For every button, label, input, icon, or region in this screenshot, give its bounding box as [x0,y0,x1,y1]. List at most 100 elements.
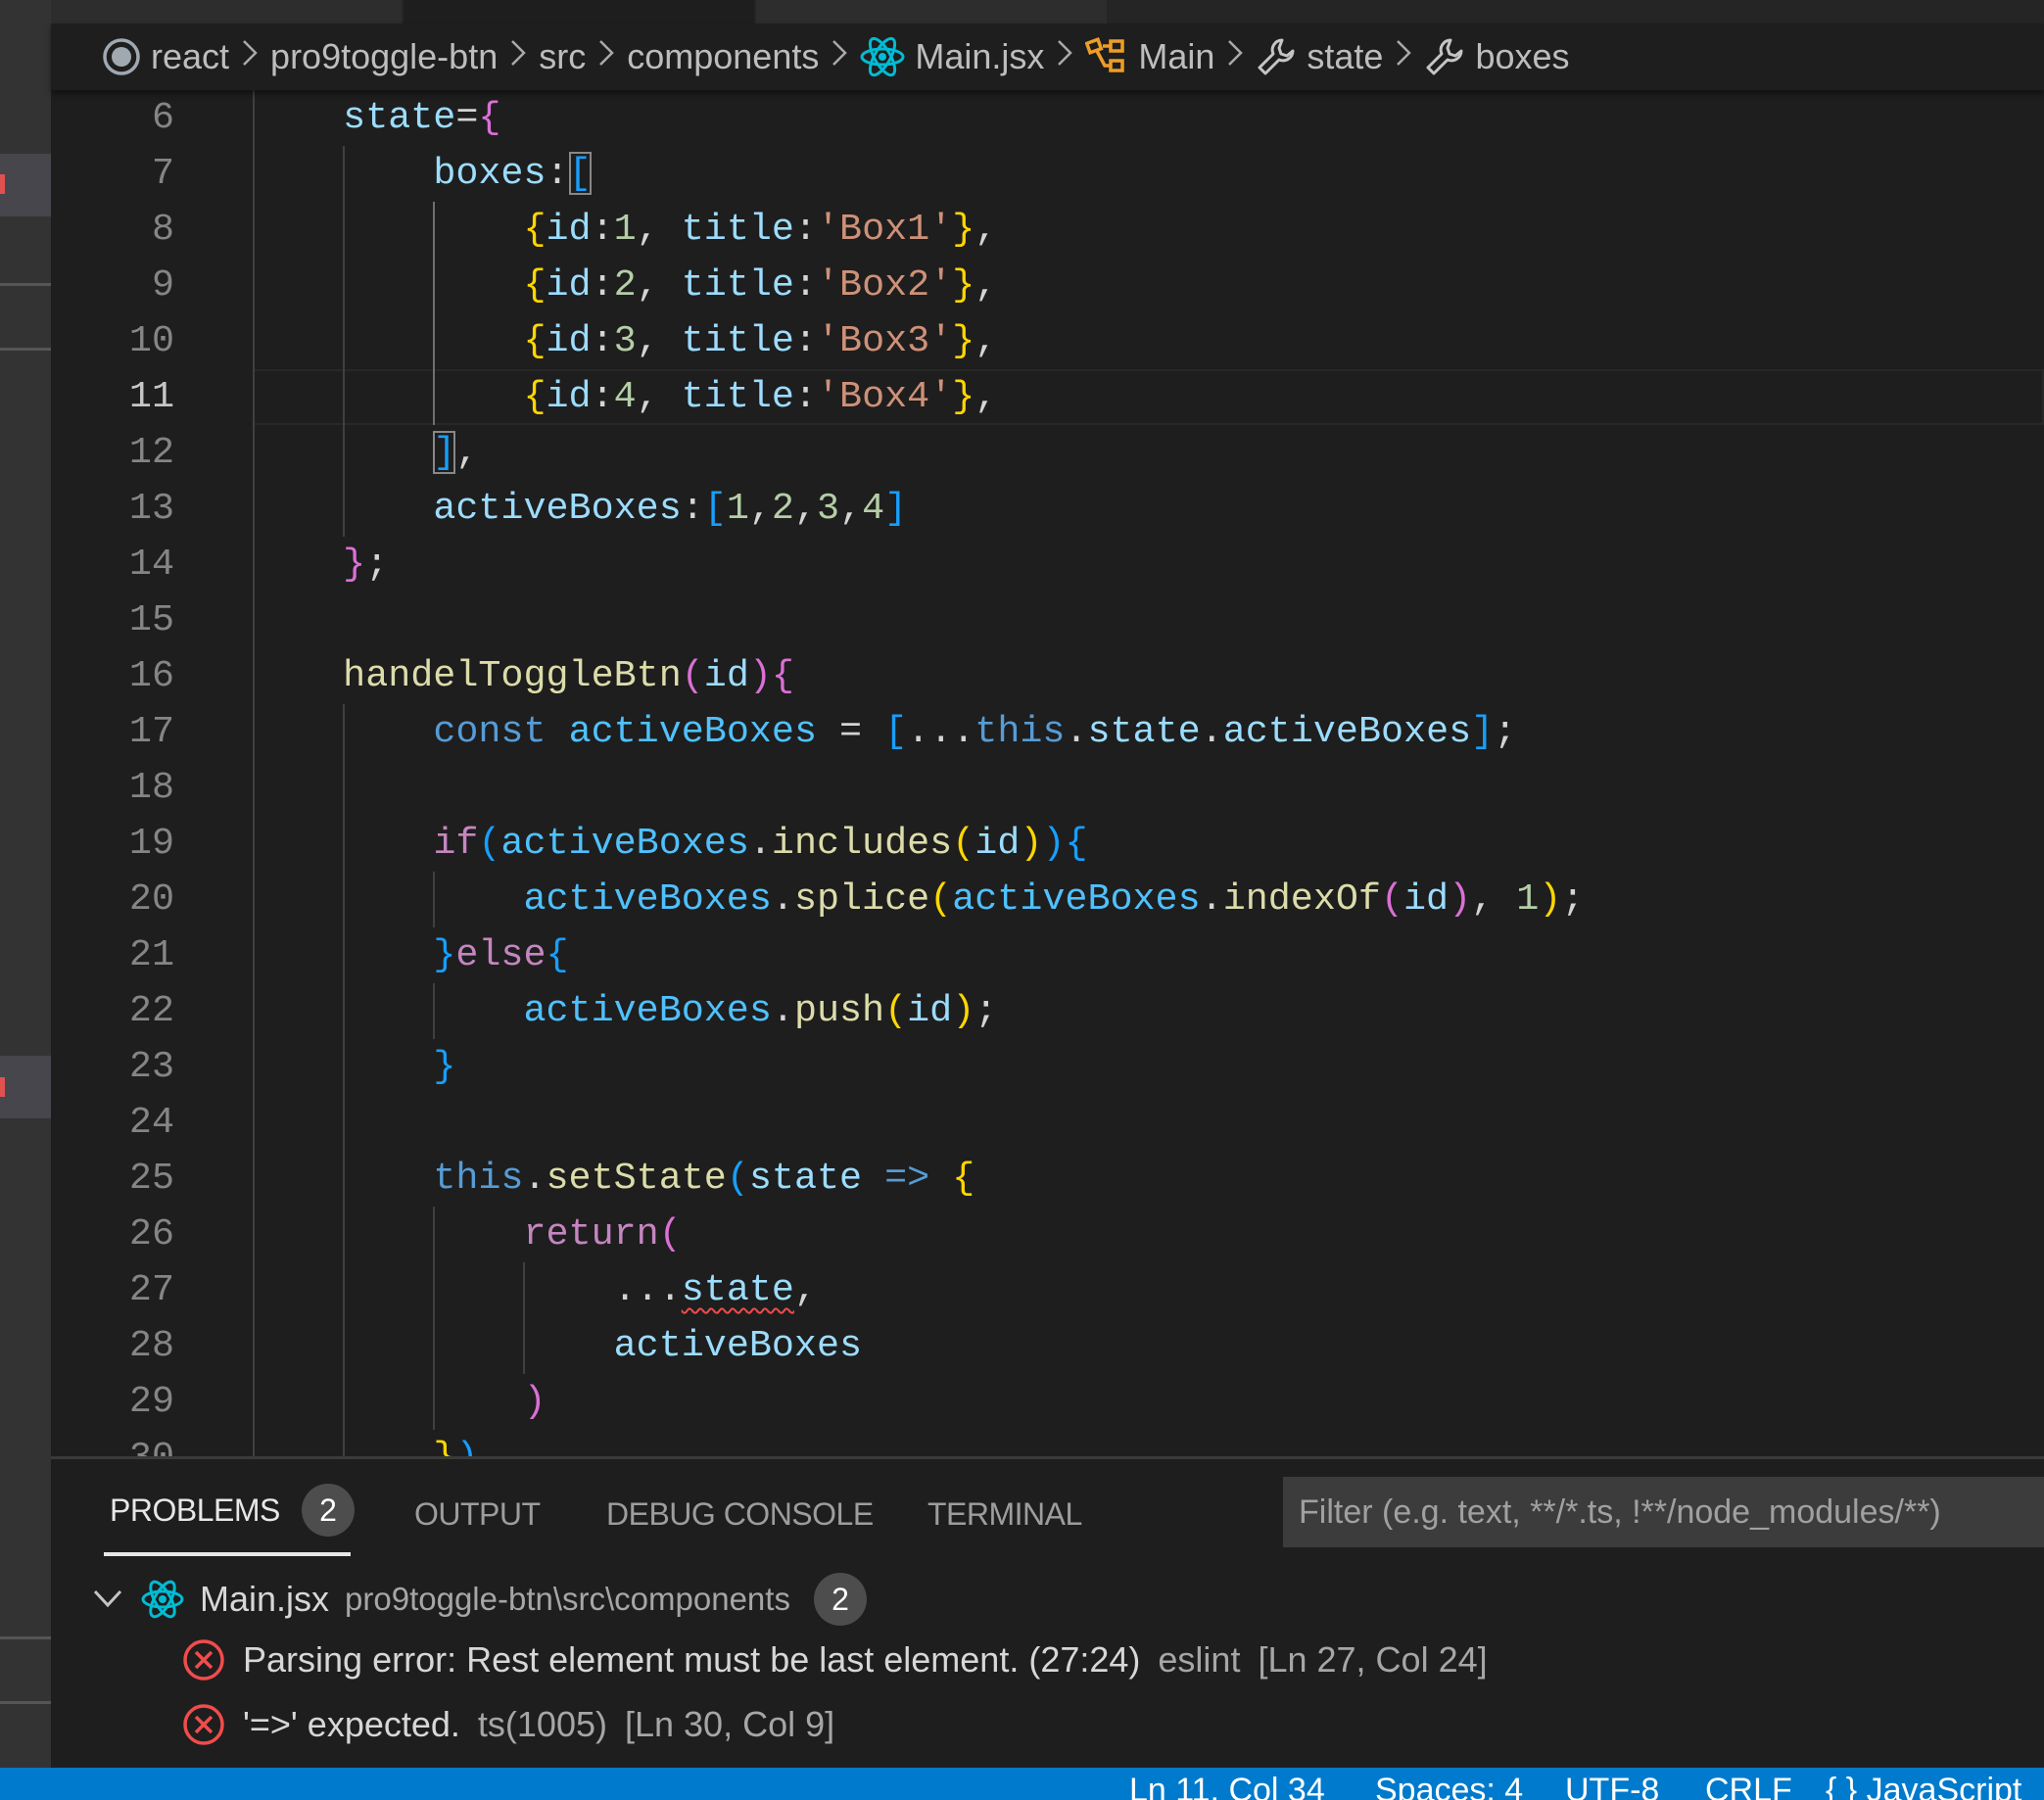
code-line[interactable]: 26 return( [51,1207,2044,1262]
activity-bar [0,0,51,1768]
modified-marker [0,1077,5,1097]
code-token: = [455,96,479,139]
chevron-right-icon [1056,38,1073,75]
react-icon [860,34,905,79]
breadcrumb-item[interactable]: Main.jsx [860,34,1044,79]
line-number: 7 [151,152,174,195]
code-line[interactable]: 9 {id:2, title:'Box2'}, [51,258,2044,313]
code-line[interactable]: 7 boxes:[ [51,146,2044,202]
problem-file-path: pro9toggle-btn\src\components [345,1581,790,1617]
code-token: 2 [771,487,794,530]
folder-circle-icon [102,37,141,76]
editor-tab[interactable] [756,0,1107,24]
code-text: }; [253,537,388,592]
editor-tab[interactable] [51,0,402,24]
code-line[interactable]: 23 } [51,1039,2044,1095]
code-token: this [974,710,1066,753]
code-text: {id:1, title:'Box1'}, [253,202,997,258]
problem-file-count-badge: 2 [813,1573,867,1626]
code-token: includes [771,822,953,865]
code-line[interactable]: 21 }else{ [51,927,2044,983]
code-line[interactable]: 17 const activeBoxes = [...this.state.ac… [51,704,2044,760]
code-token: ; [974,989,998,1032]
problem-file-row[interactable]: Main.jsx pro9toggle-btn\src\components 2 [92,1570,867,1629]
wrench-icon [1424,36,1465,77]
chevron-down-icon[interactable] [92,1587,123,1611]
code-line[interactable]: 22 activeBoxes.push(id); [51,983,2044,1039]
line-number: 17 [128,710,174,753]
code-token: title [681,208,794,251]
code-token: , [974,375,998,418]
code-line[interactable]: 15 [51,592,2044,648]
code-line[interactable]: 19 if(activeBoxes.includes(id)){ [51,816,2044,872]
problem-item[interactable]: Parsing error: Rest element must be last… [182,1631,1488,1689]
code-line[interactable]: 24 [51,1095,2044,1151]
code-token: , [636,375,682,418]
code-line[interactable]: 11 {id:4, title:'Box4'}, [51,369,2044,425]
code-line[interactable]: 27 ...state, [51,1262,2044,1318]
code-line[interactable]: 18 [51,760,2044,816]
code-text: ...state, [253,1262,817,1318]
breadcrumb-item[interactable]: react [102,36,229,77]
breadcrumb-item[interactable]: pro9toggle-btn [270,36,498,77]
code-line[interactable]: 10 {id:3, title:'Box3'}, [51,313,2044,369]
code-line[interactable]: 12 ], [51,425,2044,481]
tab-problems[interactable]: PROBLEMS 2 [110,1484,355,1537]
code-token: ( [1380,877,1404,921]
code-token: , [636,263,682,307]
code-token: title [681,263,794,307]
activity-item-explorer[interactable] [0,154,51,216]
activity-item[interactable] [0,1056,51,1118]
status-eol[interactable]: CRLF [1705,1772,1792,1800]
code-token: 4 [862,487,885,530]
code-line[interactable]: 20 activeBoxes.splice(activeBoxes.indexO… [51,872,2044,927]
chevron-right-icon [1226,38,1244,75]
code-text: handelToggleBtn(id){ [253,648,794,704]
error-icon [182,1638,225,1682]
problem-file-name: Main.jsx [200,1579,330,1619]
code-line[interactable]: 25 this.setState(state => { [51,1151,2044,1207]
breadcrumb-item[interactable]: boxes [1424,36,1570,77]
breadcrumb-item[interactable]: Main [1085,36,1214,77]
code-line[interactable]: 13 activeBoxes:[1,2,3,4] [51,481,2044,537]
code-line[interactable]: 30 }) [51,1430,2044,1456]
code-editor[interactable]: 6 state={7 boxes:[8 {id:1, title:'Box1'}… [51,90,2044,1456]
code-token: ( [478,822,501,865]
code-token: const [433,710,547,753]
tab-terminal[interactable]: TERMINAL [927,1496,1082,1533]
code-line[interactable]: 8 {id:1, title:'Box1'}, [51,202,2044,258]
problem-location: [Ln 27, Col 24] [1258,1639,1488,1680]
tab-debug-console[interactable]: DEBUG CONSOLE [606,1496,874,1533]
code-token: , [974,319,998,362]
code-line[interactable]: 28 activeBoxes [51,1318,2044,1374]
breadcrumb-item[interactable]: src [539,36,586,77]
status-indentation[interactable]: Spaces: 4 [1375,1772,1523,1800]
problems-filter-input[interactable]: Filter (e.g. text, **/*.ts, !**/node_mod… [1283,1477,2044,1547]
problem-item[interactable]: '=>' expected. ts(1005) [Ln 30, Col 9] [182,1695,834,1754]
wrench-icon [1256,36,1297,77]
status-language[interactable]: { } JavaScript [1826,1772,2021,1800]
code-line[interactable]: 29 ) [51,1374,2044,1430]
tab-output[interactable]: OUTPUT [414,1496,541,1533]
code-line[interactable]: 16 handelToggleBtn(id){ [51,648,2044,704]
code-token: activeBoxes [523,877,772,921]
breadcrumb-item[interactable]: components [627,36,819,77]
code-line[interactable]: 6 state={ [51,90,2044,146]
code-token: } [952,375,975,418]
code-token: id [703,654,749,697]
line-number: 15 [128,598,174,641]
editor-tab-active[interactable] [404,0,754,24]
code-token: setState [546,1157,727,1200]
status-encoding[interactable]: UTF-8 [1565,1772,1659,1800]
line-number: 30 [51,1430,174,1456]
status-cursor-position[interactable]: Ln 11, Col 34 [1129,1772,1325,1800]
line-number: 19 [128,822,174,865]
breadcrumb-item[interactable]: state [1256,36,1383,77]
line-number: 6 [151,96,174,139]
code-text: if(activeBoxes.includes(id)){ [253,816,1087,872]
code-line[interactable]: 14 }; [51,537,2044,592]
